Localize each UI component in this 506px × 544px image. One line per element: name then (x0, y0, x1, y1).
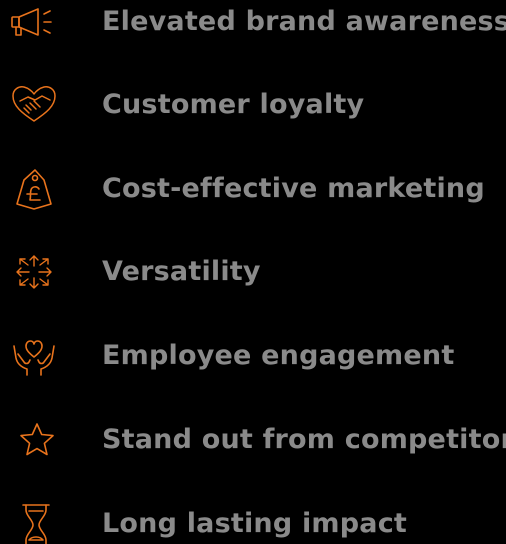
benefits-list: Elevated brand awareness Customer loyalt… (0, 0, 506, 544)
expand-arrows-icon (8, 250, 60, 294)
benefit-item-employee-engagement: Employee engagement (0, 326, 506, 386)
benefit-label: Elevated brand awareness (102, 6, 506, 37)
pound-price-tag-icon (8, 167, 60, 211)
benefit-item-stand-out-from-competitors: Stand out from competitors (0, 410, 506, 470)
benefit-item-long-lasting-impact: Long lasting impact (0, 494, 506, 544)
benefit-label: Customer loyalty (102, 89, 365, 120)
benefit-item-elevated-brand-awareness: Elevated brand awareness (0, 0, 506, 52)
benefit-label: Versatility (102, 256, 261, 287)
hourglass-icon (8, 502, 60, 544)
megaphone-icon (8, 0, 60, 44)
hands-heart-icon (8, 334, 60, 378)
star-icon (8, 418, 60, 462)
benefit-item-versatility: Versatility (0, 242, 506, 302)
benefit-item-cost-effective-marketing: Cost-effective marketing (0, 159, 506, 219)
benefit-item-customer-loyalty: Customer loyalty (0, 75, 506, 135)
benefit-label: Stand out from competitors (102, 424, 506, 455)
handshake-heart-icon (8, 83, 60, 127)
benefit-label: Long lasting impact (102, 508, 408, 539)
benefit-label: Employee engagement (102, 340, 455, 371)
benefit-label: Cost-effective marketing (102, 173, 485, 204)
